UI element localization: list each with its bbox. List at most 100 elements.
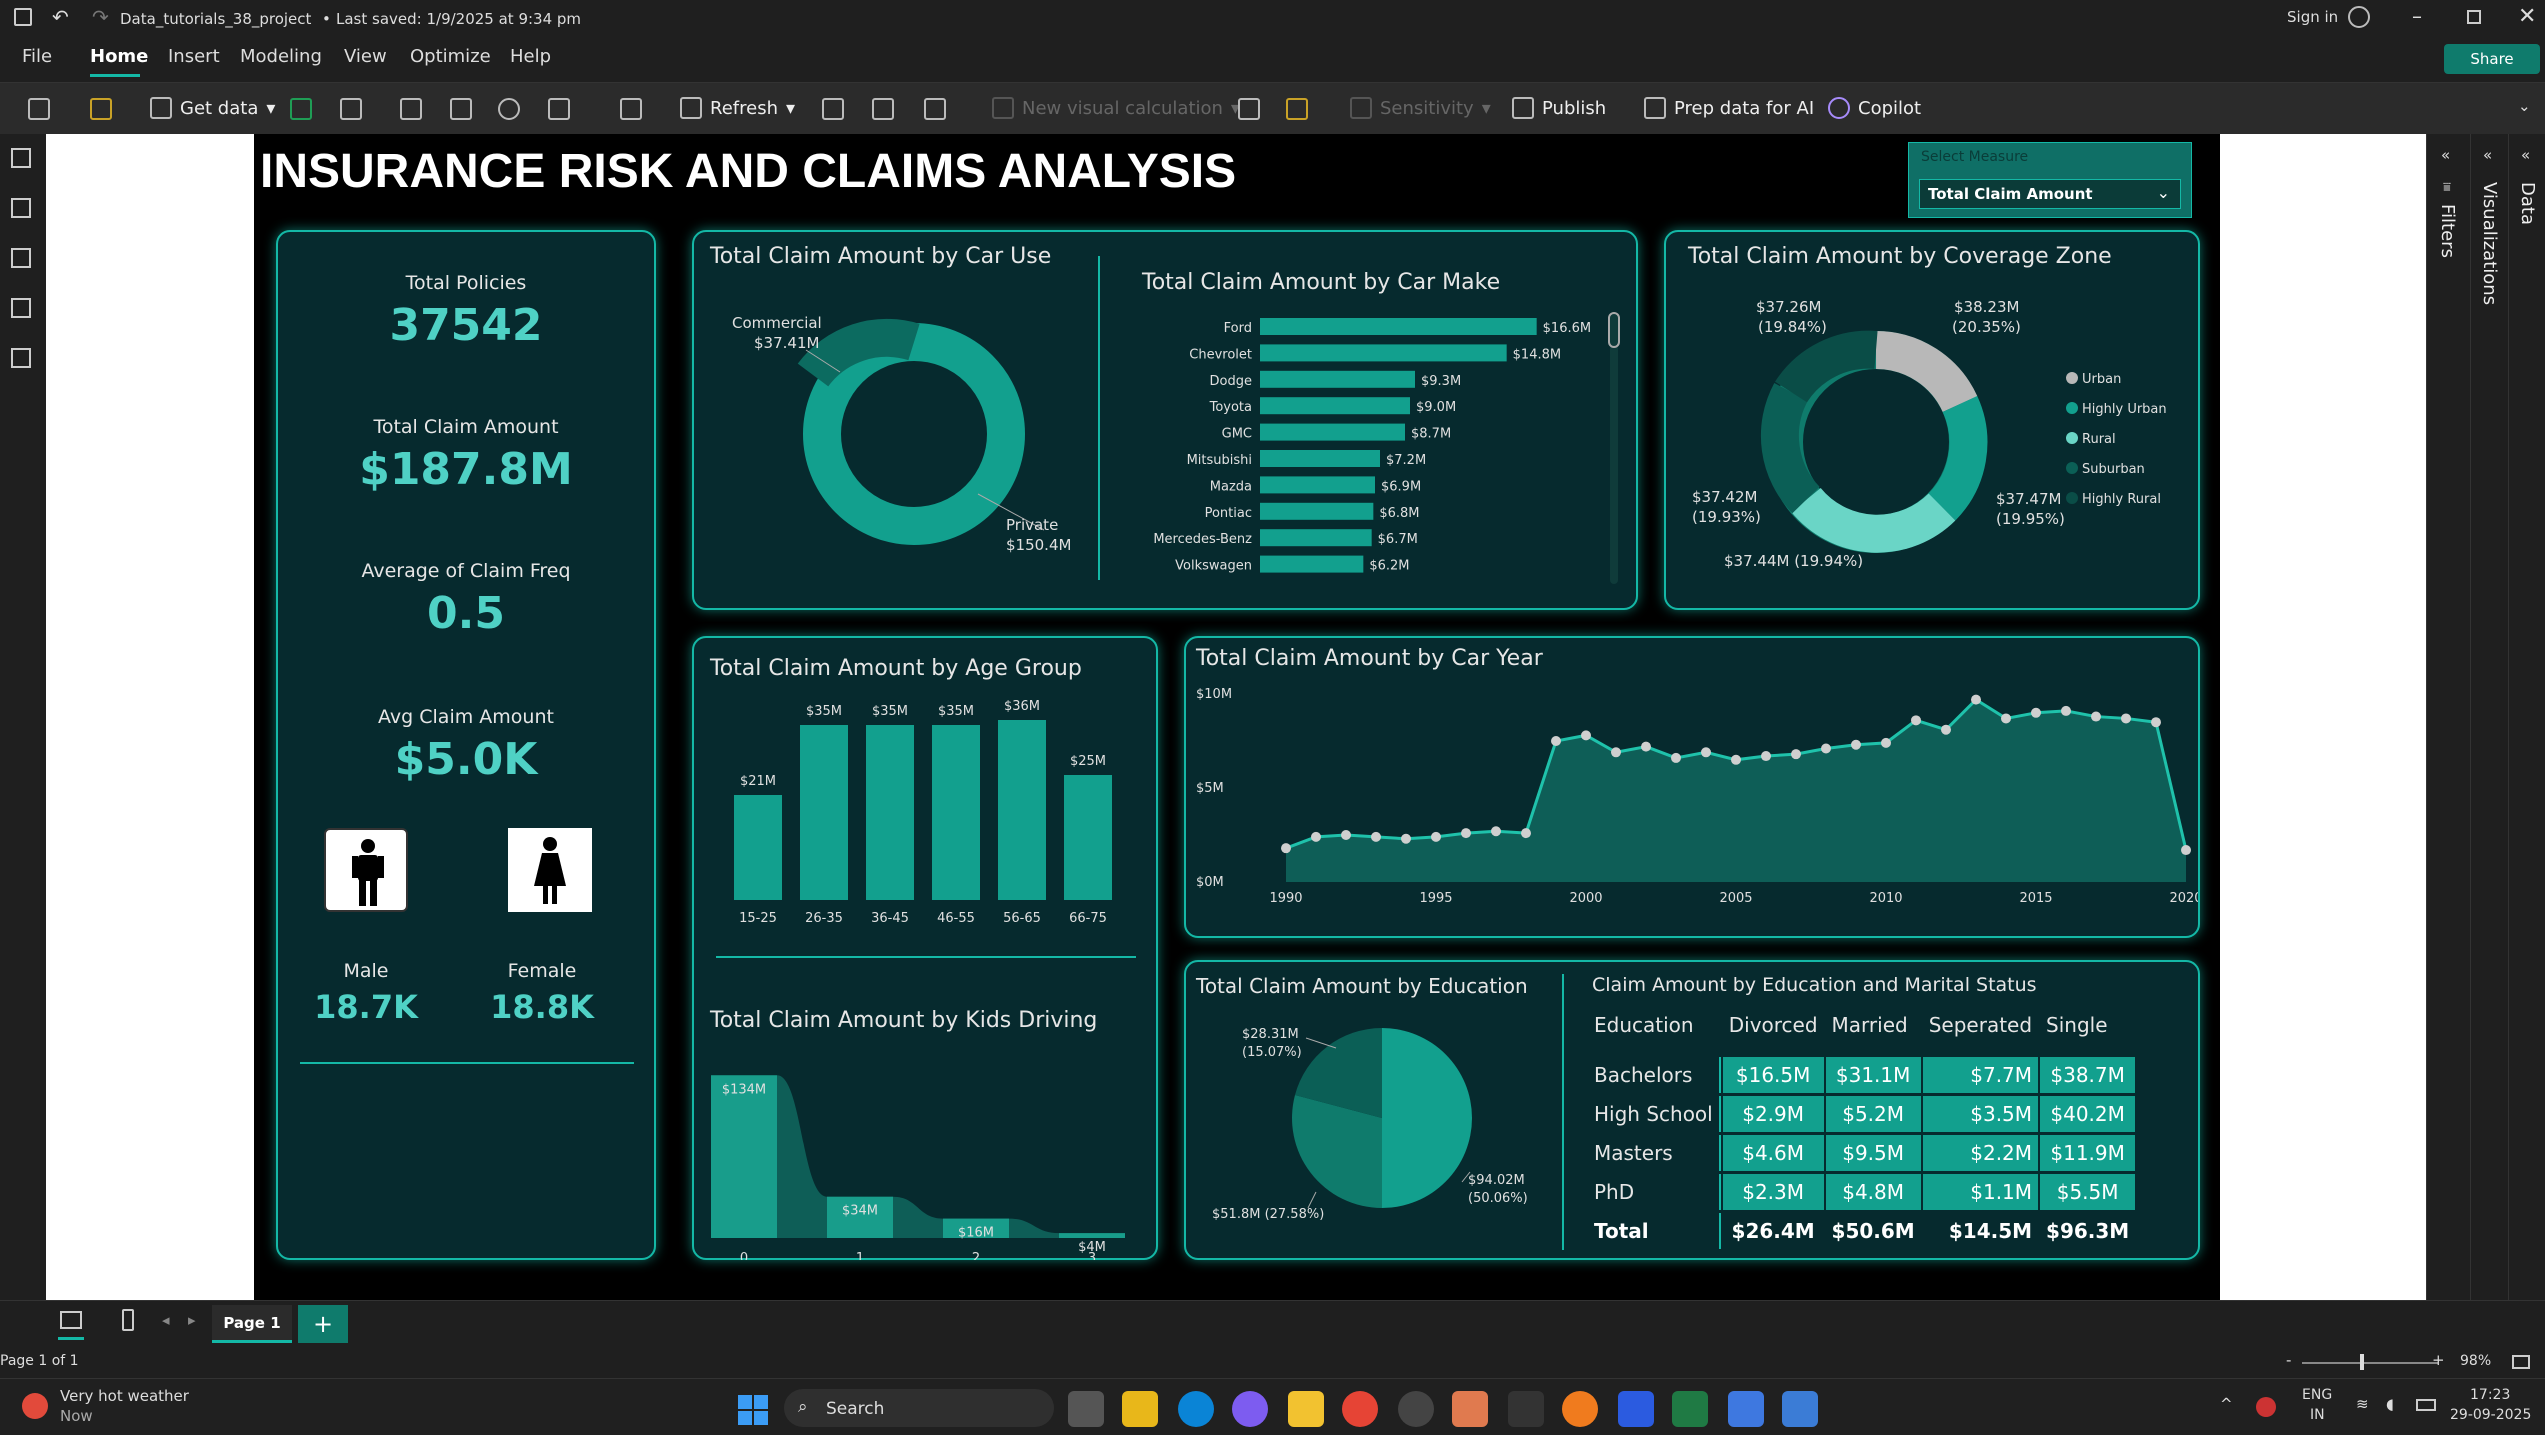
car-make-chart[interactable]: Ford $16.6M Chevrolet $14.8M Dodge $9.3M Toyot… [1134, 312, 1634, 612]
next-page-icon[interactable]: ▸ [188, 1311, 196, 1329]
close-icon[interactable]: ✕ [2518, 4, 2536, 29]
more-visuals-icon[interactable] [924, 98, 946, 120]
tray-app-icon[interactable] [2256, 1397, 2276, 1417]
lang-1[interactable]: ENG [2302, 1387, 2332, 1403]
mobile-layout-icon[interactable] [122, 1309, 134, 1331]
quick-measure-icon[interactable] [1286, 98, 1308, 120]
powerbi-icon[interactable] [1122, 1391, 1158, 1427]
paste-icon[interactable] [28, 98, 50, 120]
minimize-icon[interactable]: – [2412, 4, 2422, 28]
saved-status[interactable]: Last saved: 1/9/2025 at 9:34 pm [336, 10, 581, 28]
table-view-icon[interactable] [11, 198, 31, 218]
report-view-icon[interactable] [11, 148, 31, 168]
get-data-button[interactable]: Get data ▾ [150, 97, 275, 119]
coverage-zone-donut[interactable]: $38.23M (20.35%) $37.47M (19.95%) $37.44… [1666, 232, 2202, 608]
dataverse-icon[interactable] [400, 98, 422, 120]
expand-icon[interactable]: « [2441, 146, 2450, 164]
edge-icon[interactable] [1178, 1391, 1214, 1427]
excel-app-icon[interactable] [1672, 1391, 1708, 1427]
scrollbar-thumb[interactable] [1608, 312, 1620, 348]
add-page-button[interactable]: + [298, 1305, 348, 1343]
volume-icon[interactable]: ◖ [2386, 1395, 2394, 1413]
visualizations-pane[interactable]: « Visualizations [2470, 134, 2508, 1300]
zoom-slider[interactable] [2302, 1362, 2438, 1364]
education-pie[interactable]: $28.31M (15.07%) $94.02M (50.06%) $51.8M… [1186, 962, 1566, 1258]
sign-in-link[interactable]: Sign in [2287, 8, 2338, 26]
copilot-app-icon[interactable] [1232, 1391, 1268, 1427]
copilot-button[interactable]: Copilot [1828, 97, 1921, 119]
tab-page-1[interactable]: Page 1 [212, 1305, 292, 1343]
format-painter-icon[interactable] [90, 98, 112, 120]
vscode-icon[interactable] [1728, 1391, 1764, 1427]
text-box-icon[interactable] [872, 98, 894, 120]
maximize-icon[interactable] [2467, 10, 2481, 24]
refresh-button[interactable]: Refresh ▾ [680, 97, 795, 119]
transform-data-icon[interactable] [548, 98, 570, 120]
table-icon[interactable] [450, 98, 472, 120]
menu-home[interactable]: Home [90, 46, 148, 67]
search-box[interactable]: ⌕ Search [784, 1389, 1054, 1427]
sql-icon[interactable] [1618, 1391, 1654, 1427]
matrix-header[interactable]: Single [2040, 1007, 2135, 1043]
dax-query-icon[interactable] [11, 298, 31, 318]
save-icon[interactable] [14, 8, 32, 26]
clock-time[interactable]: 17:23 [2470, 1387, 2510, 1403]
menu-help[interactable]: Help [510, 46, 551, 67]
recent-sources-icon[interactable] [498, 98, 520, 120]
matrix-header[interactable]: Education [1588, 1007, 1721, 1043]
matrix-header[interactable]: Married [1826, 1007, 1921, 1043]
car-use-donut[interactable]: Commercial $37.41M Private $150.4M [694, 232, 1094, 608]
undo-icon[interactable]: ↶ [52, 5, 69, 29]
age-group-chart[interactable]: $21M 15-25 $35M 26-35 $35M 36-45 $35M 46-55 $36M… [694, 688, 1156, 938]
expand-icon[interactable]: « [2521, 146, 2530, 164]
slicer-dropdown[interactable]: Total Claim Amount ⌄ [1919, 179, 2181, 209]
lang-2[interactable]: IN [2310, 1407, 2325, 1423]
battery-icon[interactable] [2416, 1399, 2436, 1411]
menu-optimize[interactable]: Optimize [410, 46, 491, 67]
chrome-icon[interactable] [1342, 1391, 1378, 1427]
fit-to-page-icon[interactable] [2512, 1355, 2530, 1369]
tray-chevron-icon[interactable]: ^ [2220, 1395, 2233, 1413]
new-visual-icon[interactable] [822, 98, 844, 120]
kids-driving-chart[interactable]: $134M0$34M1$16M2$4M3 [694, 1048, 1156, 1260]
zoom-slider-thumb[interactable] [2360, 1354, 2364, 1370]
file-explorer-icon[interactable] [1288, 1391, 1324, 1427]
jupyter-icon[interactable] [1562, 1391, 1598, 1427]
zoom-in-icon[interactable]: + [2432, 1351, 2445, 1369]
chatgpt-icon[interactable] [1398, 1391, 1434, 1427]
share-button[interactable]: Share [2444, 44, 2540, 74]
excel-icon[interactable] [290, 98, 312, 120]
filters-pane[interactable]: « ⩸ Filters [2426, 134, 2470, 1300]
matrix-header[interactable]: Divorced [1723, 1007, 1824, 1043]
menu-view[interactable]: View [344, 46, 387, 67]
bar [1260, 370, 1415, 388]
dev-app-icon[interactable] [1508, 1391, 1544, 1427]
desktop-layout-icon[interactable] [60, 1311, 82, 1329]
new-measure-icon[interactable] [1238, 98, 1260, 120]
onelake-icon[interactable] [340, 98, 362, 120]
wifi-icon[interactable]: ≋ [2356, 1395, 2369, 1413]
menu-insert[interactable]: Insert [168, 46, 220, 67]
zoom-out-icon[interactable]: - [2286, 1351, 2291, 1369]
car-year-chart[interactable]: $10M $5M $0M 1990 1995 2000 2005 2010 2015 2020 [1186, 638, 2198, 936]
expand-icon[interactable]: « [2483, 146, 2492, 164]
claude-icon[interactable] [1452, 1391, 1488, 1427]
prep-data-button[interactable]: Prep data for AI [1644, 97, 1814, 119]
redo-icon[interactable]: ↷ [92, 5, 109, 29]
model-view-icon[interactable] [11, 248, 31, 268]
data-pane[interactable]: « Data [2508, 134, 2545, 1300]
publish-button[interactable]: Publish [1512, 97, 1606, 119]
matrix-header[interactable]: Seperated [1923, 1007, 2038, 1043]
weather-icon[interactable] [22, 1393, 48, 1419]
prev-page-icon[interactable]: ◂ [162, 1311, 170, 1329]
clock-date[interactable]: 29-09-2025 [2450, 1407, 2531, 1423]
transform-icon[interactable] [620, 98, 642, 120]
profile-icon[interactable] [2348, 6, 2370, 28]
tmdl-view-icon[interactable] [11, 348, 31, 368]
task-view-icon[interactable] [1068, 1391, 1104, 1427]
notepad-icon[interactable] [1782, 1391, 1818, 1427]
collapse-ribbon-icon[interactable]: ⌄ [2518, 97, 2531, 115]
menu-file[interactable]: File [22, 46, 52, 67]
start-icon[interactable] [736, 1393, 770, 1427]
menu-modeling[interactable]: Modeling [240, 46, 322, 67]
